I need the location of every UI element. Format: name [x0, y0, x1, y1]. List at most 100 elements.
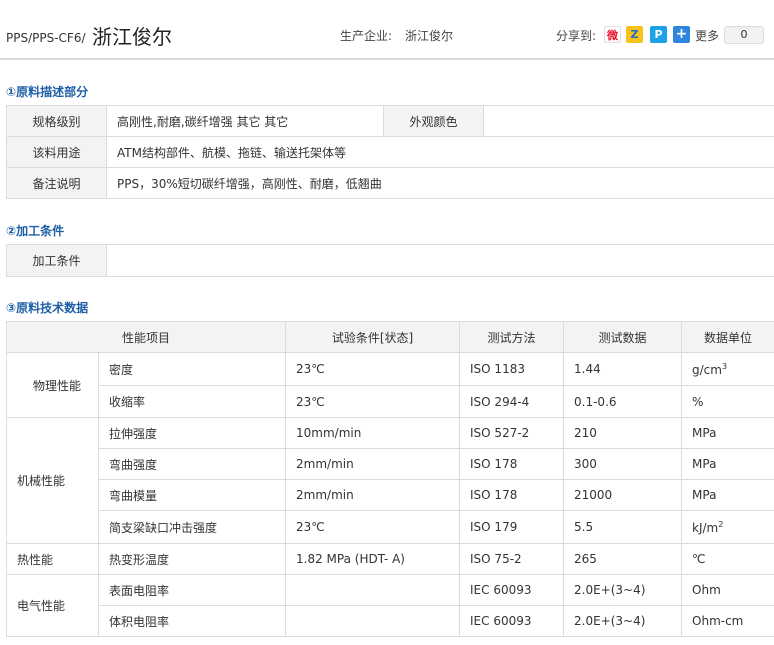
method-cell: IEC 60093	[459, 605, 565, 637]
grade-code: PPS/PPS-CF6/	[6, 31, 86, 45]
value-cell: 210	[563, 417, 683, 449]
table-row: 热性能 热变形温度 1.82 MPa (HDT- A) ISO 75-2 265 ℃	[6, 543, 774, 575]
description-table: 规格级别 高刚性,耐磨,碳纤增强 其它 其它 外观颜色 该料用途 ATM结构部件…	[6, 105, 774, 199]
table-row: 体积电阻率 IEC 60093 2.0E+(3~4) Ohm-cm	[7, 605, 774, 637]
technical-data-table: 性能项目 试验条件[状态] 测试方法 测试数据 数据单位 物理性能 密度 23℃ IS…	[5, 321, 774, 637]
header-value: 测试数据	[563, 321, 683, 353]
method-cell: ISO 294-4	[459, 385, 565, 418]
condition-cell: 1.82 MPa (HDT- A)	[285, 543, 461, 575]
unit-text: g/cm	[692, 362, 722, 377]
qzone-icon[interactable]: Z	[626, 26, 643, 43]
unit-text: Ohm-cm	[692, 614, 744, 628]
condition-cell: 2mm/min	[285, 479, 461, 511]
unit-text: MPa	[692, 488, 717, 502]
color-value	[483, 105, 774, 137]
unit-cell: ℃	[681, 543, 774, 575]
usage-label: 该料用途	[6, 136, 107, 168]
unit-text: Ohm	[692, 583, 721, 597]
header-property: 性能项目	[5, 321, 287, 353]
note-label: 备注说明	[6, 167, 107, 199]
spec-value: 高刚性,耐磨,碳纤增强 其它 其它	[106, 105, 384, 137]
unit-cell: Ohm-cm	[681, 605, 774, 637]
unit-cell: %	[681, 385, 774, 418]
unit-cell: MPa	[681, 479, 774, 511]
note-value: PPS，30%短切碳纤增强，高刚性、耐磨，低翘曲	[106, 167, 774, 199]
unit-cell: kJ/m2	[681, 510, 774, 544]
unit-text: %	[692, 394, 704, 409]
value-cell: 21000	[563, 479, 683, 511]
condition-cell: 10mm/min	[285, 417, 461, 449]
value-cell: 265	[563, 543, 683, 575]
property-cell: 体积电阻率	[97, 605, 287, 637]
unit-superscript: 3	[721, 361, 728, 371]
manufacturer-name[interactable]: 浙江俊尔	[405, 27, 453, 44]
section-title-description: ①原料描述部分	[6, 85, 89, 99]
unit-text: MPa	[692, 457, 717, 471]
header-condition: 试验条件[状态]	[285, 321, 461, 353]
condition-cell	[285, 574, 461, 606]
value-cell: 300	[563, 448, 683, 480]
condition-cell: 23℃	[285, 510, 461, 544]
value-cell: 5.5	[563, 510, 683, 544]
header-unit: 数据单位	[681, 321, 774, 353]
manufacturer-title: 浙江俊尔	[92, 25, 172, 49]
unit-text: kJ/m	[692, 520, 719, 535]
section-title-processing: ②加工条件	[6, 224, 65, 238]
color-label: 外观颜色	[383, 105, 484, 137]
unit-cell: MPa	[681, 417, 774, 449]
method-cell: ISO 527-2	[459, 417, 565, 449]
category-cell: 电气性能	[6, 574, 99, 637]
processing-table: 加工条件	[6, 244, 774, 277]
table-row: 该料用途 ATM结构部件、航模、拖链、输送托架体等	[6, 136, 774, 168]
table-row: 电气性能 表面电阻率 IEC 60093 2.0E+(3~4) Ohm	[6, 574, 774, 637]
condition-cell: 2mm/min	[285, 448, 461, 480]
method-cell: ISO 178	[459, 448, 565, 480]
property-cell: 拉伸强度	[97, 417, 287, 449]
value-cell: 1.44	[563, 352, 683, 386]
unit-cell: g/cm3	[681, 352, 774, 386]
manufacturer-label: 生产企业:	[340, 29, 393, 43]
table-row: 物理性能 密度 23℃ ISO 1183 1.44 g/cm3	[6, 352, 774, 418]
tencent-weibo-icon[interactable]: P	[650, 26, 667, 43]
category-cell: 热性能	[6, 543, 99, 575]
table-row: 加工条件	[6, 244, 774, 277]
value-cell: 0.1-0.6	[563, 385, 683, 418]
usage-value: ATM结构部件、航模、拖链、输送托架体等	[106, 136, 774, 168]
header-method: 测试方法	[459, 321, 565, 353]
more-plus-icon[interactable]: +	[673, 26, 690, 43]
category-cell: 机械性能	[6, 417, 99, 544]
property-cell: 密度	[97, 352, 287, 386]
table-row: 收缩率 23℃ ISO 294-4 0.1-0.6%	[7, 385, 774, 418]
weibo-icon[interactable]: 微	[604, 26, 621, 43]
condition-cell	[285, 605, 461, 637]
condition-cell: 23℃	[285, 385, 461, 418]
spec-label: 规格级别	[6, 105, 107, 137]
unit-text: MPa	[692, 426, 717, 440]
property-cell: 热变形温度	[97, 543, 287, 575]
property-cell: 弯曲强度	[97, 448, 287, 480]
unit-text: ℃	[692, 552, 706, 566]
section-title-technical: ③原料技术数据	[6, 301, 89, 315]
method-cell: ISO 75-2	[459, 543, 565, 575]
value-cell: 2.0E+(3~4)	[563, 605, 683, 637]
property-cell: 收缩率	[97, 385, 287, 418]
unit-cell: MPa	[681, 448, 774, 480]
unit-cell: Ohm	[681, 574, 774, 606]
table-row: 弯曲强度 2mm/min ISO 178 300 MPa	[7, 448, 774, 480]
share-count-badge: 0	[724, 26, 764, 44]
method-cell: ISO 1183	[459, 352, 565, 386]
share-more-link[interactable]: 更多	[695, 27, 719, 44]
table-row: 规格级别 高刚性,耐磨,碳纤增强 其它 其它 外观颜色	[6, 105, 774, 137]
processing-label: 加工条件	[6, 244, 107, 277]
condition-cell: 23℃	[285, 352, 461, 386]
processing-value	[106, 244, 774, 277]
property-cell: 表面电阻率	[97, 574, 287, 606]
table-row: 弯曲模量 2mm/min ISO 178 21000 MPa	[7, 479, 774, 511]
property-cell: 弯曲模量	[97, 479, 287, 511]
share-label: 分享到:	[556, 29, 597, 43]
method-cell: ISO 179	[459, 510, 565, 544]
method-cell: ISO 178	[459, 479, 565, 511]
property-cell: 简支梁缺口冲击强度	[97, 510, 287, 544]
category-cell: 物理性能	[6, 352, 99, 418]
table-row: 简支梁缺口冲击强度 23℃ ISO 179 5.5 kJ/m2	[7, 510, 774, 544]
